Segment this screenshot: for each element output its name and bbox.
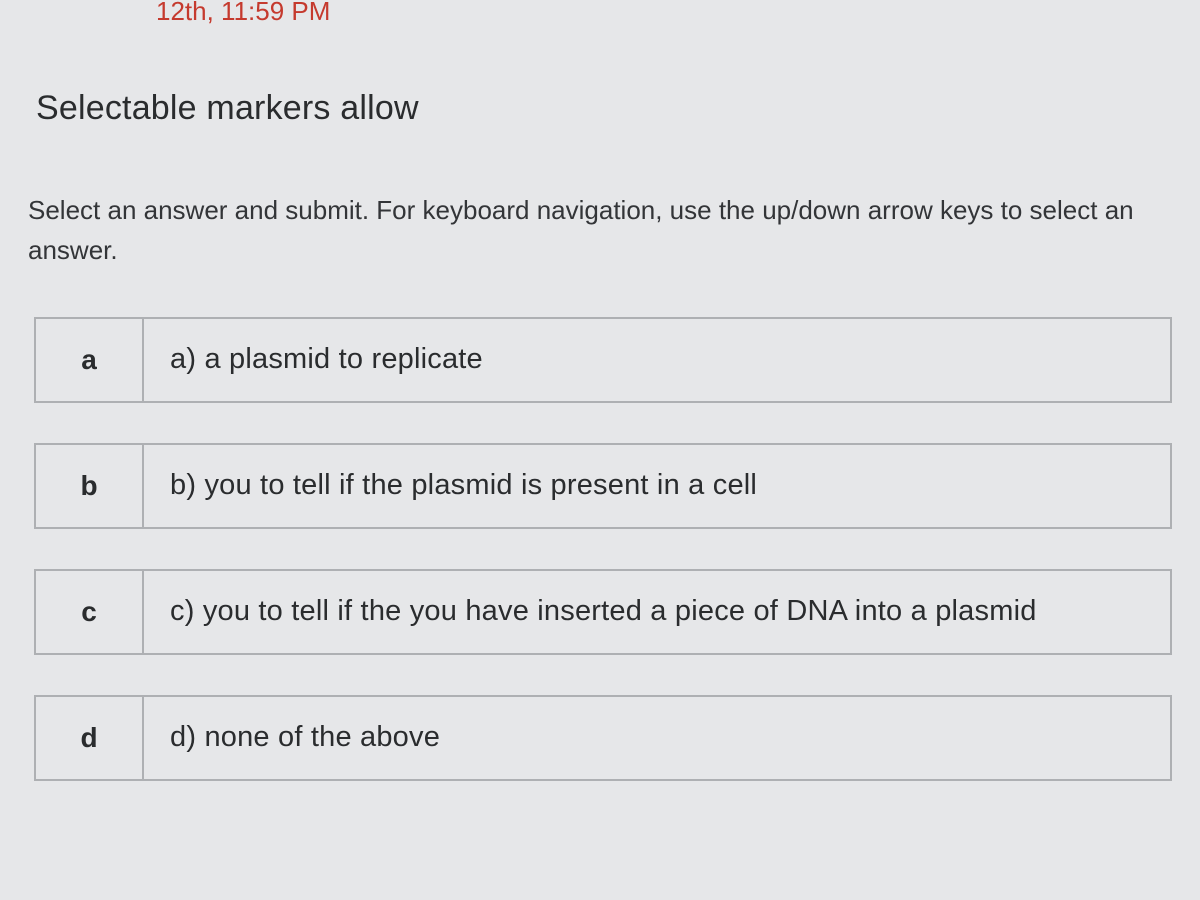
option-text: d) none of the above — [144, 697, 1170, 779]
due-date: 12th, 11:59 PM — [156, 0, 1172, 27]
option-key-label: c — [36, 571, 144, 653]
question-prompt: Selectable markers allow — [36, 89, 1172, 128]
answer-option-c[interactable]: c c) you to tell if the you have inserte… — [34, 569, 1172, 655]
option-key-label: d — [36, 697, 144, 779]
option-key-label: b — [36, 445, 144, 527]
option-text: b) you to tell if the plasmid is present… — [144, 445, 1170, 527]
question-instructions: Select an answer and submit. For keyboar… — [28, 190, 1172, 271]
option-text: a) a plasmid to replicate — [144, 319, 1170, 401]
option-text: c) you to tell if the you have inserted … — [144, 571, 1170, 653]
answer-option-b[interactable]: b b) you to tell if the plasmid is prese… — [34, 443, 1172, 529]
answer-options: a a) a plasmid to replicate b b) you to … — [34, 317, 1172, 781]
answer-option-a[interactable]: a a) a plasmid to replicate — [34, 317, 1172, 403]
option-key-label: a — [36, 319, 144, 401]
answer-option-d[interactable]: d d) none of the above — [34, 695, 1172, 781]
